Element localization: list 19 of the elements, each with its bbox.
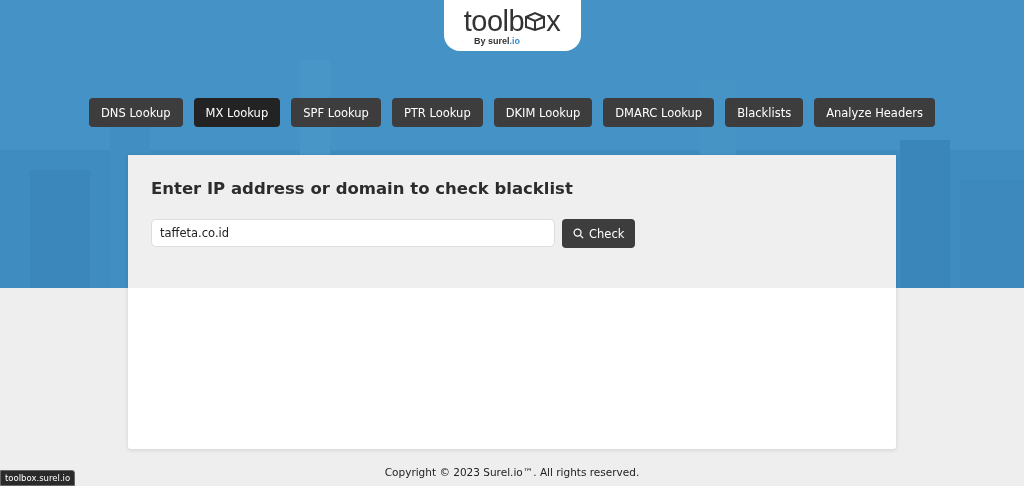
nav-button[interactable]: PTR Lookup [391,98,483,127]
copyright-text: Copyright © 2023 Surel.io™. All rights reserved. [384,466,640,478]
logo[interactable]: toolb x By surel.io [443,0,581,51]
logo-text: toolb [463,5,525,36]
box-icon [524,10,547,31]
nav-button[interactable]: DKIM Lookup [493,98,593,127]
nav-button[interactable]: DMARC Lookup [603,98,715,127]
check-button[interactable]: Check [562,219,636,248]
form-heading: Enter IP address or domain to check blacklist [151,179,574,198]
domain-input[interactable]: taffeta.co.id [151,219,555,247]
nav-button[interactable]: SPF Lookup [291,98,381,127]
nav-button[interactable]: Analyze Headers [814,98,935,127]
nav-button[interactable]: MX Lookup [193,98,281,127]
nav-button[interactable]: DNS Lookup [89,98,183,127]
logo-byline: By surel.io [474,35,520,46]
status-url: toolbox.surel.io [0,470,76,486]
nav-button[interactable]: Blacklists [725,98,804,127]
search-icon [573,228,584,239]
logo-text: x [546,5,561,36]
